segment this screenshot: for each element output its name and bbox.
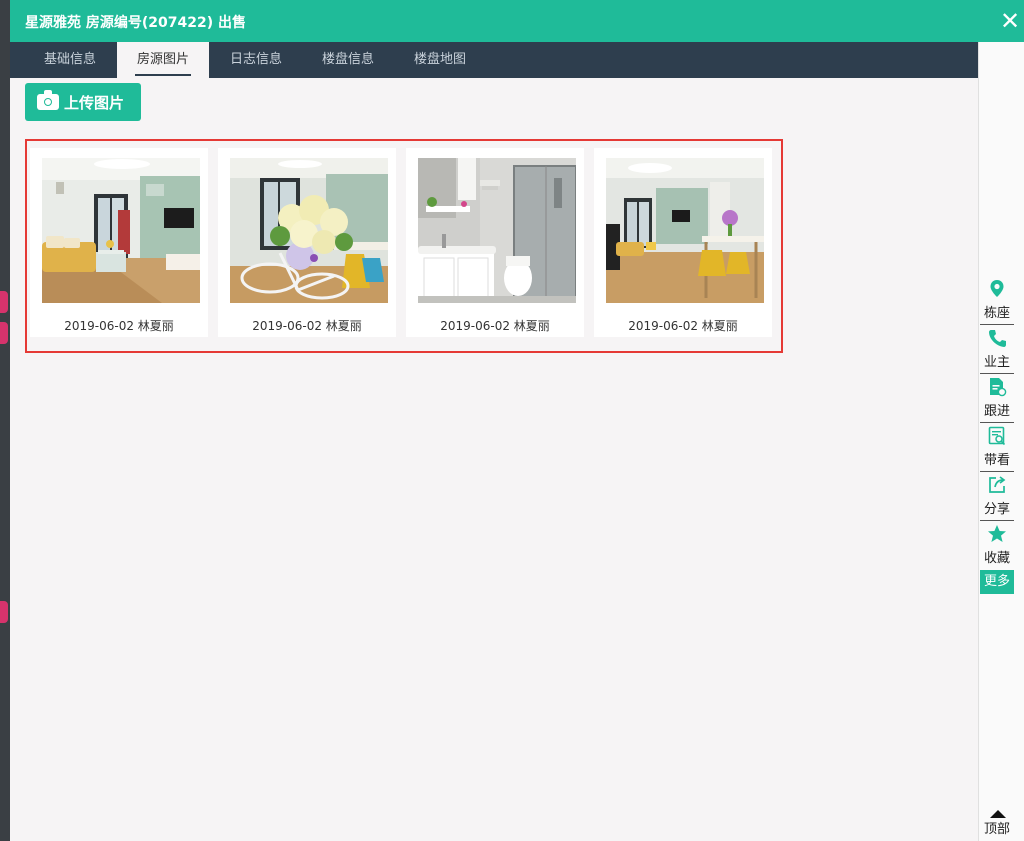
action-viewing[interactable]: 带看 xyxy=(980,423,1014,472)
back-to-top-label: 顶部 xyxy=(983,822,1010,837)
dialog-titlebar: 星源雅苑 房源编号(207422) 出售 ✕ xyxy=(10,0,1024,42)
caret-up-icon xyxy=(990,810,1006,818)
tab-estate-map[interactable]: 楼盘地图 xyxy=(398,42,482,78)
tab-label: 日志信息 xyxy=(229,52,282,67)
tab-label: 楼盘信息 xyxy=(321,52,374,67)
action-label: 带看 xyxy=(983,453,1010,468)
action-favorite[interactable]: 收藏 xyxy=(980,521,1014,569)
document-search-icon xyxy=(988,426,1006,446)
action-follow-up[interactable]: 跟进 xyxy=(980,374,1014,423)
tab-listing-photos[interactable]: 房源图片 xyxy=(117,42,209,78)
action-label: 分享 xyxy=(983,502,1010,517)
active-tab-underline xyxy=(135,74,191,76)
photo-caption: 2019-06-02 林夏丽 xyxy=(64,319,174,333)
phone-icon xyxy=(989,330,1006,347)
document-edit-icon xyxy=(990,378,1007,397)
tab-log-info[interactable]: 日志信息 xyxy=(214,42,298,78)
action-building[interactable]: 栋座 xyxy=(980,276,1014,325)
tab-basic-info[interactable]: 基础信息 xyxy=(28,42,112,78)
photo-bathroom[interactable] xyxy=(418,158,576,303)
more-button[interactable]: 更多 xyxy=(980,570,1014,594)
action-label: 跟进 xyxy=(983,404,1010,419)
back-to-top-button[interactable]: 顶部 xyxy=(980,810,1014,838)
background-badge xyxy=(0,291,8,313)
action-label: 栋座 xyxy=(983,306,1010,321)
photo-living-room[interactable] xyxy=(42,158,200,303)
photo-caption: 2019-06-02 林夏丽 xyxy=(440,319,550,333)
photo-caption: 2019-06-02 林夏丽 xyxy=(252,319,362,333)
background-badge xyxy=(0,322,8,344)
action-label: 业主 xyxy=(983,355,1010,370)
camera-icon xyxy=(37,90,59,110)
tab-label: 楼盘地图 xyxy=(413,52,466,67)
dialog-title: 星源雅苑 房源编号(207422) 出售 xyxy=(25,15,246,31)
action-owner[interactable]: 业主 xyxy=(980,325,1014,374)
tab-label: 房源图片 xyxy=(136,52,189,67)
tab-label: 基础信息 xyxy=(43,52,96,67)
photo-dining-area[interactable] xyxy=(606,158,764,303)
close-icon[interactable]: ✕ xyxy=(998,8,1022,34)
upload-button-label: 上传图片 xyxy=(64,94,125,112)
action-share[interactable]: 分享 xyxy=(980,472,1014,521)
background-page-strip xyxy=(0,0,10,841)
photo-card[interactable]: 2019-06-02 林夏丽 xyxy=(594,148,772,337)
photo-caption: 2019-06-02 林夏丽 xyxy=(628,319,738,333)
action-label: 收藏 xyxy=(983,551,1010,566)
location-pin-icon xyxy=(990,280,1004,297)
share-icon xyxy=(989,476,1006,493)
upload-photo-button[interactable]: 上传图片 xyxy=(25,83,141,121)
photo-flower-arrangement[interactable] xyxy=(230,158,388,303)
star-icon xyxy=(988,525,1006,542)
photo-card[interactable]: 2019-06-02 林夏丽 xyxy=(406,148,584,337)
right-action-bar: 栋座 业主 跟进 带看 分享 收藏 更多 顶部 xyxy=(978,42,1024,841)
photo-card[interactable]: 2019-06-02 林夏丽 xyxy=(30,148,208,337)
photo-card[interactable]: 2019-06-02 林夏丽 xyxy=(218,148,396,337)
tab-estate-info[interactable]: 楼盘信息 xyxy=(306,42,390,78)
tab-bar: 基础信息 房源图片 日志信息 楼盘信息 楼盘地图 xyxy=(10,42,978,78)
background-badge xyxy=(0,601,8,623)
listing-dialog: 星源雅苑 房源编号(207422) 出售 ✕ 基础信息 房源图片 日志信息 楼盘… xyxy=(10,0,1024,841)
